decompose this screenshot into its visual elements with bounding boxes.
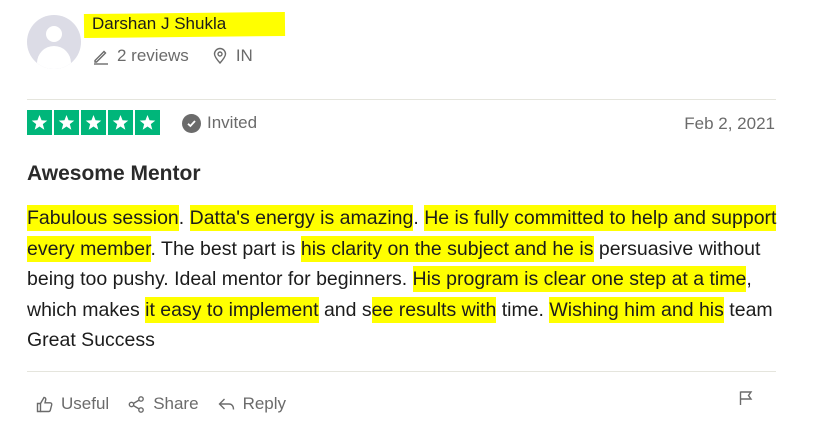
highlighted-text: Datta's energy is amazing — [189, 205, 414, 231]
header-divider — [27, 99, 776, 100]
highlighted-text: ee results with — [371, 296, 497, 323]
review-text: . — [178, 207, 190, 229]
reviews-count: 2 reviews — [117, 46, 189, 65]
highlighted-text: his clarity on the subject and he is — [300, 235, 594, 262]
review-text: . The best part is — [150, 237, 301, 260]
review-text: time. — [496, 298, 550, 321]
star-icon — [135, 110, 160, 135]
reply-button[interactable]: Reply — [217, 394, 286, 414]
highlighted-text: Wishing him and his — [549, 296, 724, 323]
reviewer-name[interactable]: Darshan J Shukla — [92, 14, 226, 34]
review-text: . — [413, 207, 425, 229]
reviewer-country: IN — [235, 46, 253, 65]
share-label: Share — [153, 394, 199, 413]
reviewer-meta: 2 reviews IN — [92, 46, 253, 66]
avatar-head — [46, 26, 62, 42]
avatar-body — [37, 46, 71, 69]
footer-divider — [27, 371, 776, 372]
review-actions: Useful Share Reply — [35, 394, 304, 414]
invited-label: Invited — [207, 113, 258, 132]
reply-label: Reply — [242, 394, 287, 413]
useful-button[interactable]: Useful — [35, 394, 109, 414]
flag-icon — [739, 391, 753, 405]
share-icon — [128, 395, 145, 413]
star-icon — [81, 110, 106, 135]
star-icon — [54, 110, 79, 135]
review-text: and s — [318, 298, 372, 321]
pencil-icon — [92, 47, 110, 65]
thumbs-up-icon — [36, 396, 53, 412]
review-title: Awesome Mentor — [27, 162, 201, 185]
star-icon — [108, 110, 133, 135]
invited-badge[interactable]: Invited — [182, 113, 257, 133]
star-rating — [27, 110, 160, 135]
check-icon — [182, 113, 201, 133]
report-flag-button[interactable] — [737, 389, 755, 412]
highlighted-text: Fabulous session — [27, 205, 179, 231]
review-body: Fabulous session. Datta's energy is amaz… — [27, 203, 787, 356]
highlighted-text: His program is clear one step at a time — [412, 266, 747, 292]
review-date: Feb 2, 2021 — [684, 114, 775, 133]
reply-icon — [218, 398, 234, 410]
location-pin-icon — [211, 47, 229, 65]
useful-label: Useful — [61, 394, 110, 413]
reviewer-avatar[interactable] — [27, 15, 81, 69]
star-icon — [27, 110, 52, 135]
highlighted-text: it easy to implement — [145, 296, 319, 323]
share-button[interactable]: Share — [127, 394, 199, 414]
